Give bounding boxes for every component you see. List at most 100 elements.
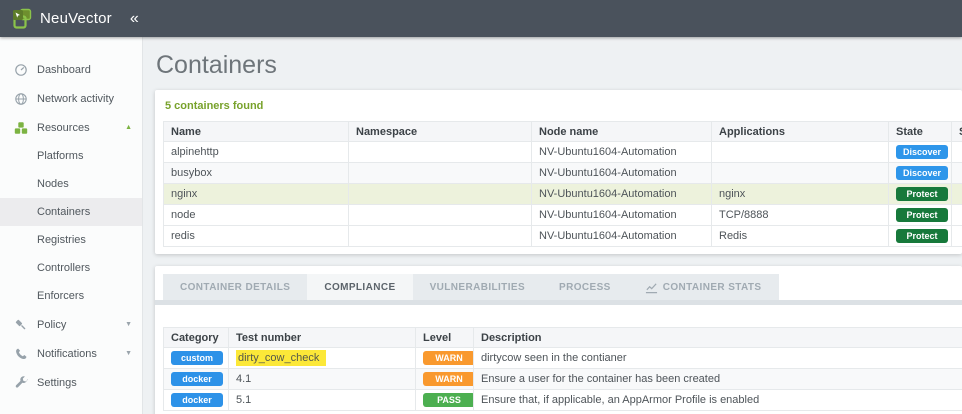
cell-name: alpinehttp — [164, 142, 349, 163]
status-badge[interactable]: Discover — [896, 166, 948, 180]
sidebar-item-registries[interactable]: Registries — [0, 226, 142, 254]
sidebar-item-notifications[interactable]: Notifications ▼ — [0, 339, 142, 368]
sidebar-collapse-button[interactable]: « — [130, 11, 139, 27]
compliance-panel: Category Test number Level Description c… — [155, 305, 962, 411]
status-badge[interactable]: Protect — [896, 208, 948, 222]
resources-icon — [14, 121, 28, 135]
column-header-description[interactable]: Description — [474, 328, 962, 348]
containers-table-header: Name Namespace Node name Applications St… — [164, 122, 962, 142]
compliance-row[interactable]: docker 5.1 PASS Ensure that, if applicab… — [164, 390, 962, 411]
cell-applications: nginx — [712, 184, 889, 205]
cell-truncated — [952, 142, 962, 163]
sidebar-item-label: Platforms — [37, 150, 83, 162]
column-header-category[interactable]: Category — [164, 328, 229, 348]
neuvector-logo-icon — [10, 7, 34, 31]
sidebar-item-label: Dashboard — [37, 64, 91, 76]
tab-vulnerabilities[interactable]: VULNERABILITIES — [413, 274, 542, 300]
sidebar-item-label: Resources — [37, 122, 90, 134]
containers-count: 5 containers found — [165, 100, 962, 112]
topbar: NeuVector « — [0, 0, 962, 37]
compliance-row[interactable]: custom dirty_cow_check WARN dirtycow see… — [164, 348, 962, 369]
sidebar-item-label: Notifications — [37, 348, 97, 360]
table-row[interactable]: busybox NV-Ubuntu1604-Automation Discove… — [164, 163, 962, 184]
sidebar-item-label: Enforcers — [37, 290, 84, 302]
status-badge[interactable]: Discover — [896, 145, 948, 159]
tab-compliance[interactable]: COMPLIANCE — [307, 274, 412, 300]
cell-truncated — [952, 184, 962, 205]
chevron-down-icon: ▼ — [125, 350, 132, 357]
cell-truncated — [952, 226, 962, 247]
tab-container-stats[interactable]: CONTAINER STATS — [628, 274, 779, 300]
level-badge: WARN — [423, 351, 474, 365]
tab-process[interactable]: PROCESS — [542, 274, 628, 300]
tab-container-details[interactable]: CONTAINER DETAILS — [163, 274, 307, 300]
cell-name: redis — [164, 226, 349, 247]
compliance-row[interactable]: docker 4.1 WARN Ensure a user for the co… — [164, 369, 962, 390]
column-header-namespace[interactable]: Namespace — [349, 122, 532, 142]
globe-icon — [14, 92, 28, 106]
column-header-state[interactable]: State — [889, 122, 952, 142]
cell-applications: TCP/8888 — [712, 205, 889, 226]
sidebar-item-label: Settings — [37, 377, 77, 389]
containers-card: 5 containers found Name Namespace Node n… — [155, 90, 962, 254]
cell-description: Ensure that, if applicable, an AppArmor … — [474, 390, 962, 411]
phone-icon — [14, 347, 28, 361]
cell-namespace — [349, 184, 532, 205]
sidebar-item-label: Policy — [37, 319, 66, 331]
table-row[interactable]: node NV-Ubuntu1604-Automation TCP/8888 P… — [164, 205, 962, 226]
sidebar-item-policy[interactable]: Policy ▼ — [0, 310, 142, 339]
cell-namespace — [349, 226, 532, 247]
tab-label: CONTAINER STATS — [663, 282, 762, 293]
cell-namespace — [349, 142, 532, 163]
compliance-table: Category Test number Level Description c… — [163, 327, 962, 411]
category-badge: docker — [171, 393, 223, 407]
sidebar-item-resources[interactable]: Resources ▲ — [0, 113, 142, 142]
tab-label: PROCESS — [559, 282, 611, 293]
column-header-level[interactable]: Level — [416, 328, 474, 348]
sidebar-item-label: Controllers — [37, 262, 90, 274]
cell-description: Ensure a user for the container has been… — [474, 369, 962, 390]
sidebar-item-containers[interactable]: Containers — [0, 198, 142, 226]
sidebar-item-network-activity[interactable]: Network activity — [0, 84, 142, 113]
sidebar-item-settings[interactable]: Settings — [0, 368, 142, 397]
column-header-name[interactable]: Name — [164, 122, 349, 142]
main-content: Containers 5 containers found Name Names… — [143, 37, 962, 414]
test-number-highlighted: dirty_cow_check — [236, 350, 326, 366]
dashboard-icon — [14, 63, 28, 77]
table-row-selected[interactable]: nginx NV-Ubuntu1604-Automation nginx Pro… — [164, 184, 962, 205]
table-row[interactable]: alpinehttp NV-Ubuntu1604-Automation Disc… — [164, 142, 962, 163]
cell-node: NV-Ubuntu1604-Automation — [532, 142, 712, 163]
level-badge: WARN — [423, 372, 474, 386]
cell-name: busybox — [164, 163, 349, 184]
wrench-icon — [14, 376, 28, 390]
sidebar-item-label: Containers — [37, 206, 90, 218]
sidebar-item-label: Registries — [37, 234, 86, 246]
cell-applications — [712, 142, 889, 163]
cell-name: node — [164, 205, 349, 226]
sidebar-item-enforcers[interactable]: Enforcers — [0, 282, 142, 310]
category-badge: docker — [171, 372, 223, 386]
chart-icon — [645, 281, 658, 294]
status-badge[interactable]: Protect — [896, 187, 948, 201]
sidebar-item-platforms[interactable]: Platforms — [0, 142, 142, 170]
cell-description: dirtycow seen in the contianer — [474, 348, 962, 369]
column-header-test-number[interactable]: Test number — [229, 328, 416, 348]
table-row[interactable]: redis NV-Ubuntu1604-Automation Redis Pro… — [164, 226, 962, 247]
column-header-node-name[interactable]: Node name — [532, 122, 712, 142]
tab-label: COMPLIANCE — [324, 282, 395, 293]
sidebar-item-nodes[interactable]: Nodes — [0, 170, 142, 198]
column-header-truncated[interactable]: Se — [952, 122, 962, 142]
cell-test-number: 4.1 — [229, 369, 416, 390]
status-badge[interactable]: Protect — [896, 229, 948, 243]
tab-label: VULNERABILITIES — [430, 282, 525, 293]
cell-node: NV-Ubuntu1604-Automation — [532, 226, 712, 247]
sidebar-item-dashboard[interactable]: Dashboard — [0, 55, 142, 84]
sidebar-item-controllers[interactable]: Controllers — [0, 254, 142, 282]
sidebar-item-label: Nodes — [37, 178, 69, 190]
column-header-applications[interactable]: Applications — [712, 122, 889, 142]
tab-label: CONTAINER DETAILS — [180, 282, 290, 293]
sidebar: Dashboard Network activity Resources ▲ — [0, 37, 143, 414]
page-title: Containers — [156, 51, 962, 80]
cell-applications — [712, 163, 889, 184]
cell-namespace — [349, 163, 532, 184]
